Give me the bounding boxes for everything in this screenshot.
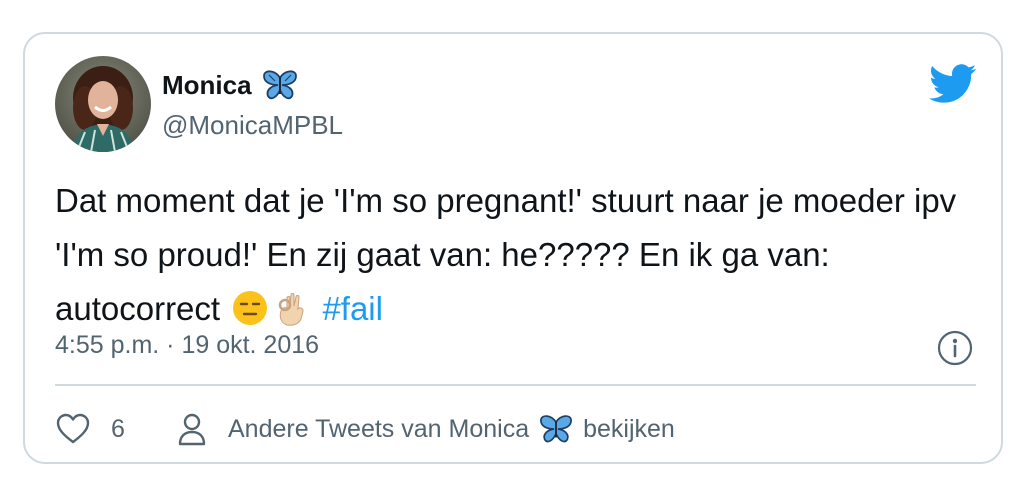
avatar[interactable]: [55, 56, 151, 152]
more-tweets-prefix: Andere Tweets van Monica: [228, 414, 530, 443]
divider: [55, 384, 976, 386]
info-icon[interactable]: [937, 330, 973, 366]
butterfly-icon: [262, 70, 298, 100]
ok-hand-icon: [273, 289, 311, 327]
author-name-row[interactable]: Monica: [162, 68, 298, 102]
expressionless-face-icon: [231, 289, 269, 327]
hashtag-link[interactable]: #fail: [322, 290, 383, 327]
twitter-bird-icon[interactable]: [929, 64, 977, 104]
butterfly-icon: [539, 414, 573, 444]
tweet-text-body: Dat moment dat je 'I'm so pregnant!' stu…: [55, 182, 957, 327]
person-icon[interactable]: [176, 412, 208, 446]
more-tweets-link[interactable]: Andere Tweets van Monica bekijken: [228, 414, 675, 444]
like-count: 6: [111, 414, 125, 443]
action-bar: 6 Andere Tweets van Monica bekijken: [55, 404, 675, 454]
tweet-card: Monica @MonicaMPBL Dat moment dat je 'I'…: [23, 32, 1003, 464]
heart-icon[interactable]: [55, 413, 91, 445]
more-tweets-suffix: bekijken: [583, 414, 675, 443]
tweet-text: Dat moment dat je 'I'm so pregnant!' stu…: [55, 174, 985, 336]
tweet-timestamp[interactable]: 4:55 p.m. · 19 okt. 2016: [55, 331, 319, 360]
author-handle[interactable]: @MonicaMPBL: [162, 110, 343, 141]
author-display-name[interactable]: Monica: [162, 70, 252, 101]
